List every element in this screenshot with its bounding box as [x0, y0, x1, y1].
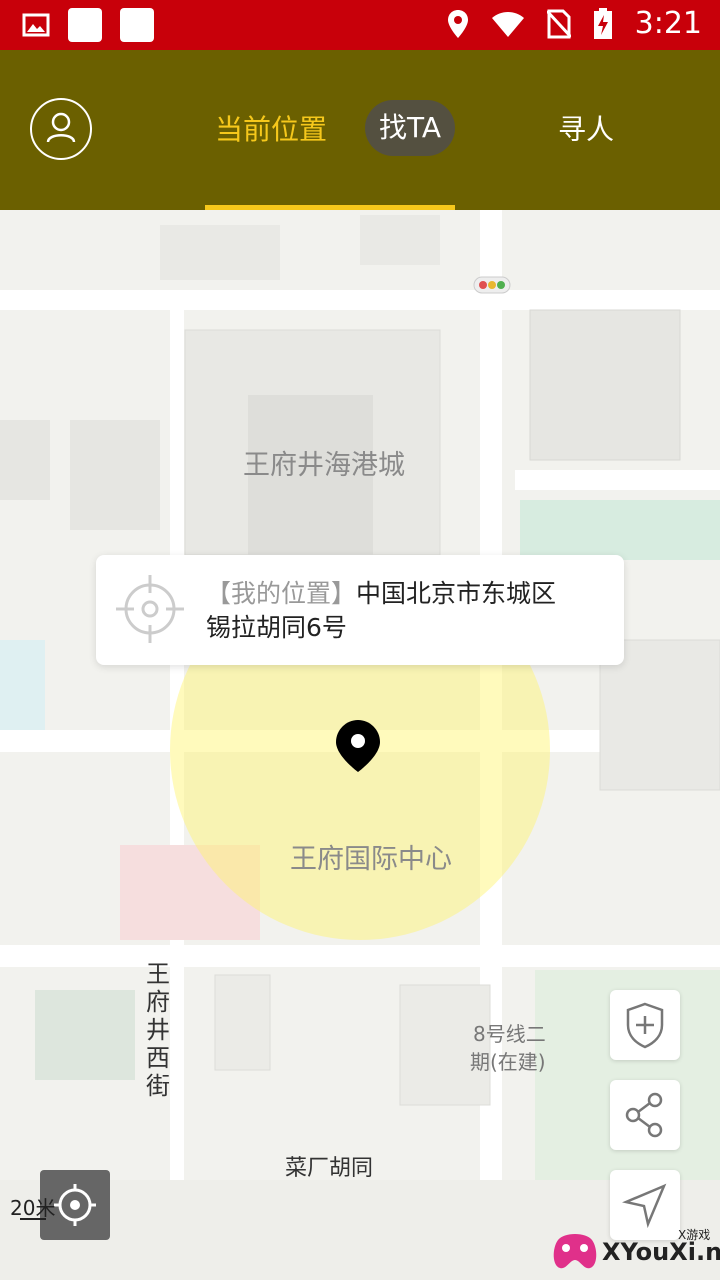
address-line1: 中国北京市东城区	[356, 579, 557, 608]
locate-icon	[54, 1184, 96, 1226]
watermark-text: XYouXi.net	[602, 1238, 720, 1266]
safety-shield-button[interactable]	[610, 990, 680, 1060]
gamepad-logo-icon	[553, 1234, 597, 1269]
address-text: 【我的位置】中国北京市东城区 锡拉胡同6号	[206, 577, 606, 645]
user-icon	[46, 112, 76, 143]
profile-button[interactable]	[30, 98, 92, 160]
shield-plus-icon	[626, 1002, 664, 1049]
watermark: X游戏 XYouXi.net	[550, 1224, 720, 1280]
street-label: 菜厂胡同	[285, 1156, 374, 1181]
no-sim-icon	[546, 9, 571, 38]
navigation-arrow-icon	[622, 1183, 667, 1228]
notification-icon	[120, 8, 154, 42]
map-label: 8号线二	[473, 1022, 546, 1046]
share-button[interactable]	[610, 1080, 680, 1150]
location-icon	[447, 9, 468, 38]
battery-charging-icon	[593, 7, 612, 39]
location-popup[interactable]: 【我的位置】中国北京市东城区 锡拉胡同6号	[96, 555, 624, 665]
map-label: 王府井海港城	[243, 450, 405, 481]
tab-find-ta[interactable]: 找TA	[365, 100, 455, 156]
notification-icon	[68, 8, 102, 42]
tab-current-location[interactable]: 当前位置	[215, 108, 327, 148]
my-location-label: 【我的位置】	[206, 579, 357, 608]
map-label: 期(在建)	[470, 1050, 546, 1074]
address-line2: 锡拉胡同6号	[206, 613, 347, 642]
street-label: 王府井西街	[146, 960, 170, 1100]
map-label: 王府国际中心	[290, 844, 452, 875]
crosshair-icon	[116, 575, 184, 643]
map-scale: 20米	[10, 1196, 56, 1220]
share-icon	[625, 1092, 663, 1138]
clock: 3:21	[634, 6, 702, 41]
tab-find-person[interactable]: 寻人	[558, 108, 614, 148]
scale-bar	[20, 1218, 46, 1220]
wifi-icon	[491, 11, 524, 37]
status-bar: 3:21	[0, 0, 720, 50]
image-icon	[22, 13, 50, 37]
